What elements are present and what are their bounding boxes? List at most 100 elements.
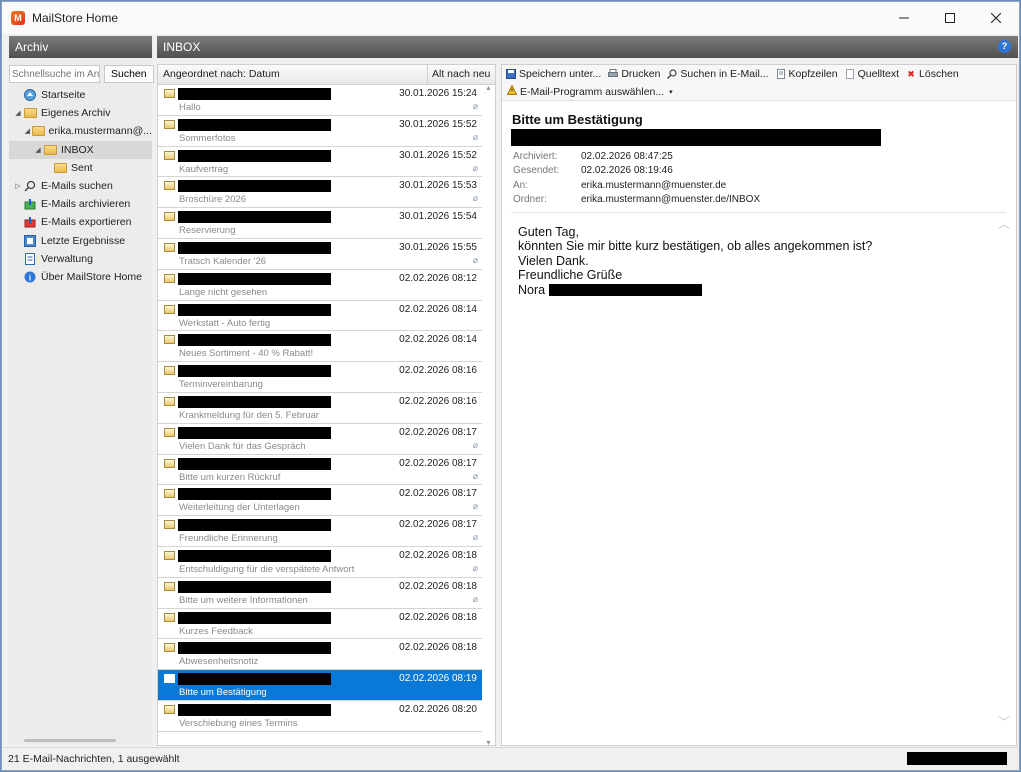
message-date: 02.02.2026 08:19 — [399, 673, 477, 685]
search-button[interactable]: Suchen — [104, 65, 154, 83]
message-row[interactable]: 02.02.2026 08:20 Verschiebung eines Termi… — [158, 700, 482, 732]
folder-title: INBOX — [163, 40, 201, 54]
meta-label: Archiviert: — [513, 151, 558, 162]
message-row[interactable]: 02.02.2026 08:16 Terminvereinbarung — [158, 362, 482, 393]
message-row[interactable]: 02.02.2026 08:18 Abwesenheitsnotiz — [158, 639, 482, 671]
body-scroll-down-icon[interactable]: ﹀ — [998, 713, 1010, 730]
expand-arrow-icon[interactable]: ▷ — [13, 182, 23, 190]
list-scrollbar[interactable]: ▲ ▼ — [482, 85, 495, 747]
envelope-icon — [164, 643, 175, 653]
tree-item-startseite[interactable]: Startseite — [9, 86, 152, 104]
message-row[interactable]: 30.01.2026 15:24 Hallo ⌀ — [158, 85, 482, 116]
document-icon — [776, 69, 786, 79]
message-row[interactable]: 02.02.2026 08:18 Bitte um weitere Informa… — [158, 577, 482, 609]
expand-arrow-icon[interactable]: ◢ — [33, 146, 43, 154]
message-subject: Neues Sortiment - 40 % Rabatt! — [179, 348, 314, 360]
message-row[interactable]: 30.01.2026 15:54 Reservierung — [158, 208, 482, 239]
tree-item-e-mails-exportieren[interactable]: E-Mails exportieren — [9, 213, 152, 231]
message-date: 02.02.2026 08:17 — [399, 457, 477, 469]
message-subject: Entschuldigung für die verspätete Antwor… — [179, 563, 355, 575]
meta-label: Gesendet: — [513, 165, 560, 177]
help-icon[interactable]: ? — [998, 40, 1011, 53]
app-window: M MailStore Home Archiv Suchen Startseit… — [1, 1, 1020, 771]
header-divider — [511, 212, 1006, 213]
redacted-status — [907, 752, 1007, 765]
tree-item-e-mails-archivieren[interactable]: E-Mails archivieren — [9, 195, 152, 213]
meta-value: 02.02.2026 08:47:25 — [581, 151, 673, 162]
source-button[interactable]: Quelltext — [845, 68, 899, 80]
message-row[interactable]: 02.02.2026 08:18 Kurzes Feedback — [158, 608, 482, 640]
message-subject: Vielen Dank für das Gespräch — [179, 440, 306, 452]
sort-order-button[interactable]: Alt nach neu — [428, 65, 495, 84]
minimize-button[interactable] — [881, 2, 927, 34]
body-line-text: Nora — [518, 282, 546, 297]
message-row[interactable]: 02.02.2026 08:16 Krankmeldung für den 5. … — [158, 392, 482, 424]
envelope-icon — [164, 581, 175, 591]
tree-item-letzte-ergebnisse[interactable]: Letzte Ergebnisse — [9, 232, 152, 250]
message-date: 02.02.2026 08:20 — [399, 703, 477, 715]
search-in-email-button[interactable]: Suchen in E-Mail... — [667, 68, 769, 80]
envelope-icon — [164, 119, 175, 129]
tree-item-inbox[interactable]: ◢ INBOX — [9, 140, 152, 159]
envelope-icon — [164, 612, 175, 622]
message-row[interactable]: 30.01.2026 15:52 Sommerfotos ⌀ — [158, 115, 482, 147]
envelope-icon — [164, 304, 175, 314]
message-row[interactable]: 02.02.2026 08:14 Neues Sortiment - 40 % R… — [158, 331, 482, 363]
tree-item-label: Verwaltung — [41, 252, 93, 265]
body-line-text: Vielen Dank. — [518, 253, 589, 268]
message-row[interactable]: 02.02.2026 08:17 Freundliche Erinnerung ⌀ — [158, 516, 482, 547]
message-row[interactable]: 30.01.2026 15:53 Broschüre 2026 ⌀ — [158, 177, 482, 209]
expand-arrow-icon[interactable]: ◢ — [13, 109, 23, 117]
tree-item-verwaltung[interactable]: Verwaltung — [9, 250, 152, 268]
tree-item-sent[interactable]: Sent — [9, 159, 152, 177]
message-row[interactable]: 02.02.2026 08:17 Weiterleitung der Unterl… — [158, 485, 482, 517]
print-button[interactable]: Drucken — [608, 68, 660, 80]
message-row[interactable]: 30.01.2026 15:55 Tratsch Kalender '26 ⌀ — [158, 238, 482, 270]
message-date: 02.02.2026 08:12 — [399, 272, 477, 284]
scroll-down-icon[interactable]: ▼ — [482, 740, 495, 747]
message-row[interactable]: 02.02.2026 08:12 Lange nicht gesehen — [158, 269, 482, 301]
envelope-icon — [164, 550, 175, 560]
message-row[interactable]: 02.02.2026 08:17 Vielen Dank für das Gesp… — [158, 423, 482, 455]
message-row[interactable]: 02.02.2026 08:18 Entschuldigung für die v… — [158, 546, 482, 578]
search-icon — [23, 180, 37, 192]
email-subject: Bitte um Bestätigung — [512, 112, 643, 127]
expand-arrow-icon[interactable]: ◢ — [23, 127, 32, 135]
quick-search-input[interactable] — [9, 65, 100, 83]
envelope-icon — [164, 212, 175, 222]
tree-item-label: E-Mails suchen — [41, 180, 113, 193]
body-line: könnten Sie mir bitte kurz bestätigen, o… — [518, 239, 872, 253]
scroll-up-icon[interactable]: ▲ — [482, 85, 495, 92]
message-date: 30.01.2026 15:24 — [399, 88, 477, 99]
redacted-signature — [549, 283, 703, 296]
envelope-icon — [164, 396, 175, 406]
message-row[interactable]: 02.02.2026 08:17 Bitte um kurzen Rückruf ⌀ — [158, 454, 482, 486]
tree-item-eigenes-archiv[interactable]: ◢ Eigenes Archiv — [9, 104, 152, 122]
tree-item-erika-mustermann[interactable]: ◢ erika.mustermann@... — [9, 122, 152, 140]
headers-button[interactable]: Kopfzeilen — [776, 68, 838, 80]
save-as-button[interactable]: Speichern unter... — [506, 68, 601, 80]
meta-value: erika.mustermann@muenster.de — [581, 179, 727, 191]
tree-item-über-mailstore-home[interactable]: i Über MailStore Home — [9, 268, 152, 286]
message-date: 02.02.2026 08:17 — [399, 519, 477, 531]
message-date: 02.02.2026 08:14 — [399, 303, 477, 315]
tree-item-label: Startseite — [41, 89, 86, 102]
redacted-sender — [178, 488, 331, 501]
mailstore-logo-icon: M — [11, 11, 25, 25]
message-row[interactable]: 30.01.2026 15:52 Kaufvertrag ⌀ — [158, 146, 482, 178]
maximize-button[interactable] — [927, 2, 973, 34]
envelope-icon — [164, 458, 175, 468]
delete-button[interactable]: ✖ Löschen — [906, 68, 958, 80]
email-program-button[interactable]: E-Mail-Programm auswählen... ▾ — [502, 83, 1016, 101]
attachment-icon: ⌀ — [472, 501, 478, 512]
meta-row: An: erika.mustermann@muenster.de — [513, 180, 760, 194]
sort-by-button[interactable]: Angeordnet nach: Datum — [158, 65, 428, 84]
message-row[interactable]: 02.02.2026 08:19 Bitte um Bestätigung — [158, 670, 482, 701]
horizontal-scrollbar[interactable] — [24, 739, 116, 742]
message-row[interactable]: 02.02.2026 08:14 Werkstatt - Auto fertig — [158, 300, 482, 332]
body-scroll-up-icon[interactable]: ︿ — [998, 215, 1010, 232]
close-button[interactable] — [973, 2, 1019, 34]
redacted-sender — [178, 149, 331, 162]
tree-item-e-mails-suchen[interactable]: ▷ E-Mails suchen — [9, 177, 152, 195]
envelope-icon — [164, 150, 175, 160]
